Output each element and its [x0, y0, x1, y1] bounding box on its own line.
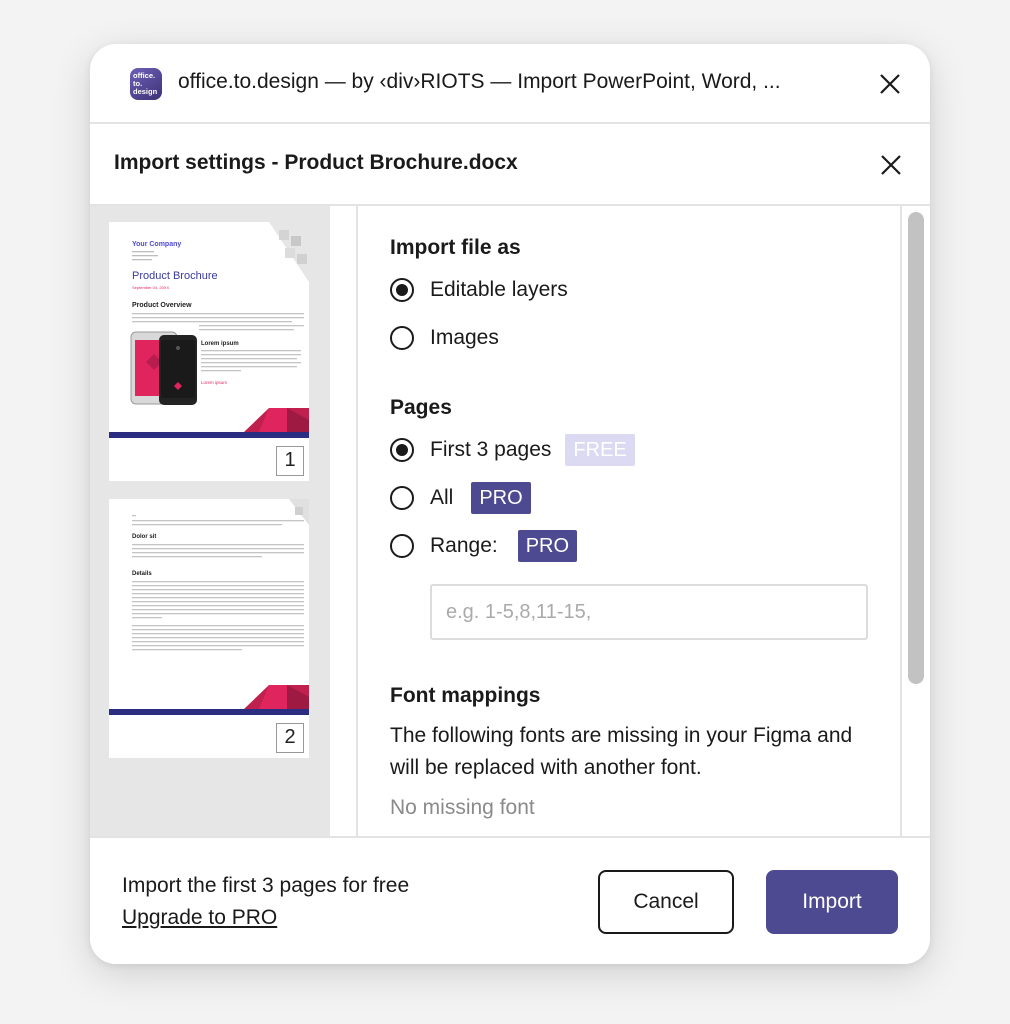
pages-title: Pages: [390, 396, 452, 419]
page-thumbnail-1[interactable]: Your Company Product Brochure September …: [109, 222, 309, 481]
dialog-header: Import settings - Product Brochure.docx: [90, 124, 930, 206]
brochure-date: September 04, 20XX: [132, 285, 169, 290]
import-button[interactable]: Import: [766, 870, 898, 934]
page-thumbnail-2[interactable]: Dolor sit Details 2: [109, 499, 309, 758]
upgrade-link[interactable]: Upgrade to PRO: [122, 906, 277, 930]
cancel-button[interactable]: Cancel: [598, 870, 734, 934]
plugin-window: office. to. design office.to.design — by ‹…: [90, 44, 930, 964]
page2-heading-2: Details: [132, 571, 152, 577]
panel-gutter: [330, 206, 358, 836]
scrollbar-thumb[interactable]: [908, 212, 924, 684]
app-icon: office. to. design: [130, 68, 162, 100]
plugin-title: office.to.design — by ‹div›RIOTS — Impor…: [178, 70, 781, 93]
brochure-heading: Product Brochure: [132, 270, 218, 282]
thumbnail-panel: Your Company Product Brochure September …: [90, 206, 330, 836]
pro-badge-all: PRO: [471, 482, 531, 514]
page-range-input[interactable]: [430, 584, 868, 640]
pro-badge-range: PRO: [517, 530, 578, 562]
radio-first-3-pages-label: First 3 pages: [430, 438, 552, 461]
brochure-section: Product Overview: [132, 302, 192, 309]
radio-images-label: Images: [430, 326, 499, 349]
brochure-link: Lorem ipsum: [201, 380, 227, 385]
brochure-subheading: Lorem ipsum: [201, 341, 239, 347]
plugin-close-icon[interactable]: [875, 69, 905, 99]
radio-range[interactable]: Range: PRO: [390, 530, 578, 562]
page2-heading-1: Dolor sit: [132, 534, 156, 540]
brochure-company: Your Company: [132, 241, 181, 248]
dialog-footer: Import the first 3 pages for free Upgrad…: [90, 836, 930, 964]
radio-editable-layers-label: Editable layers: [430, 278, 568, 301]
page-1-preview: Your Company Product Brochure September …: [109, 222, 309, 438]
radio-all-pages-indicator[interactable]: [390, 486, 414, 510]
radio-first-3-pages-indicator[interactable]: [390, 438, 414, 462]
radio-range-indicator[interactable]: [390, 534, 414, 558]
font-mappings-status: No missing font: [390, 796, 535, 819]
radio-all-pages[interactable]: All PRO: [390, 482, 531, 514]
radio-editable-layers[interactable]: Editable layers: [390, 275, 568, 305]
radio-images-indicator[interactable]: [390, 326, 414, 350]
page-2-preview: Dolor sit Details: [109, 499, 309, 715]
radio-first-3-pages[interactable]: First 3 pages FREE: [390, 434, 635, 466]
plugin-titlebar: office. to. design office.to.design — by ‹…: [90, 44, 930, 124]
import-as-title: Import file as: [390, 236, 521, 259]
dialog-close-icon[interactable]: [876, 150, 906, 180]
font-mappings-description: The following fonts are missing in your …: [390, 724, 853, 779]
footer-message: Import the first 3 pages for free: [122, 874, 410, 897]
page-number-1: 1: [276, 446, 304, 476]
radio-editable-layers-indicator[interactable]: [390, 278, 414, 302]
radio-images[interactable]: Images: [390, 323, 499, 353]
radio-all-pages-label: All: [430, 486, 454, 509]
free-badge: FREE: [565, 434, 635, 466]
radio-range-label: Range:: [430, 534, 498, 557]
font-mappings-title: Font mappings: [390, 684, 541, 707]
dialog-title: Import settings - Product Brochure.docx: [114, 151, 518, 174]
settings-panel: Import file as Editable layers Images Pa…: [358, 206, 900, 836]
page-number-2: 2: [276, 723, 304, 753]
